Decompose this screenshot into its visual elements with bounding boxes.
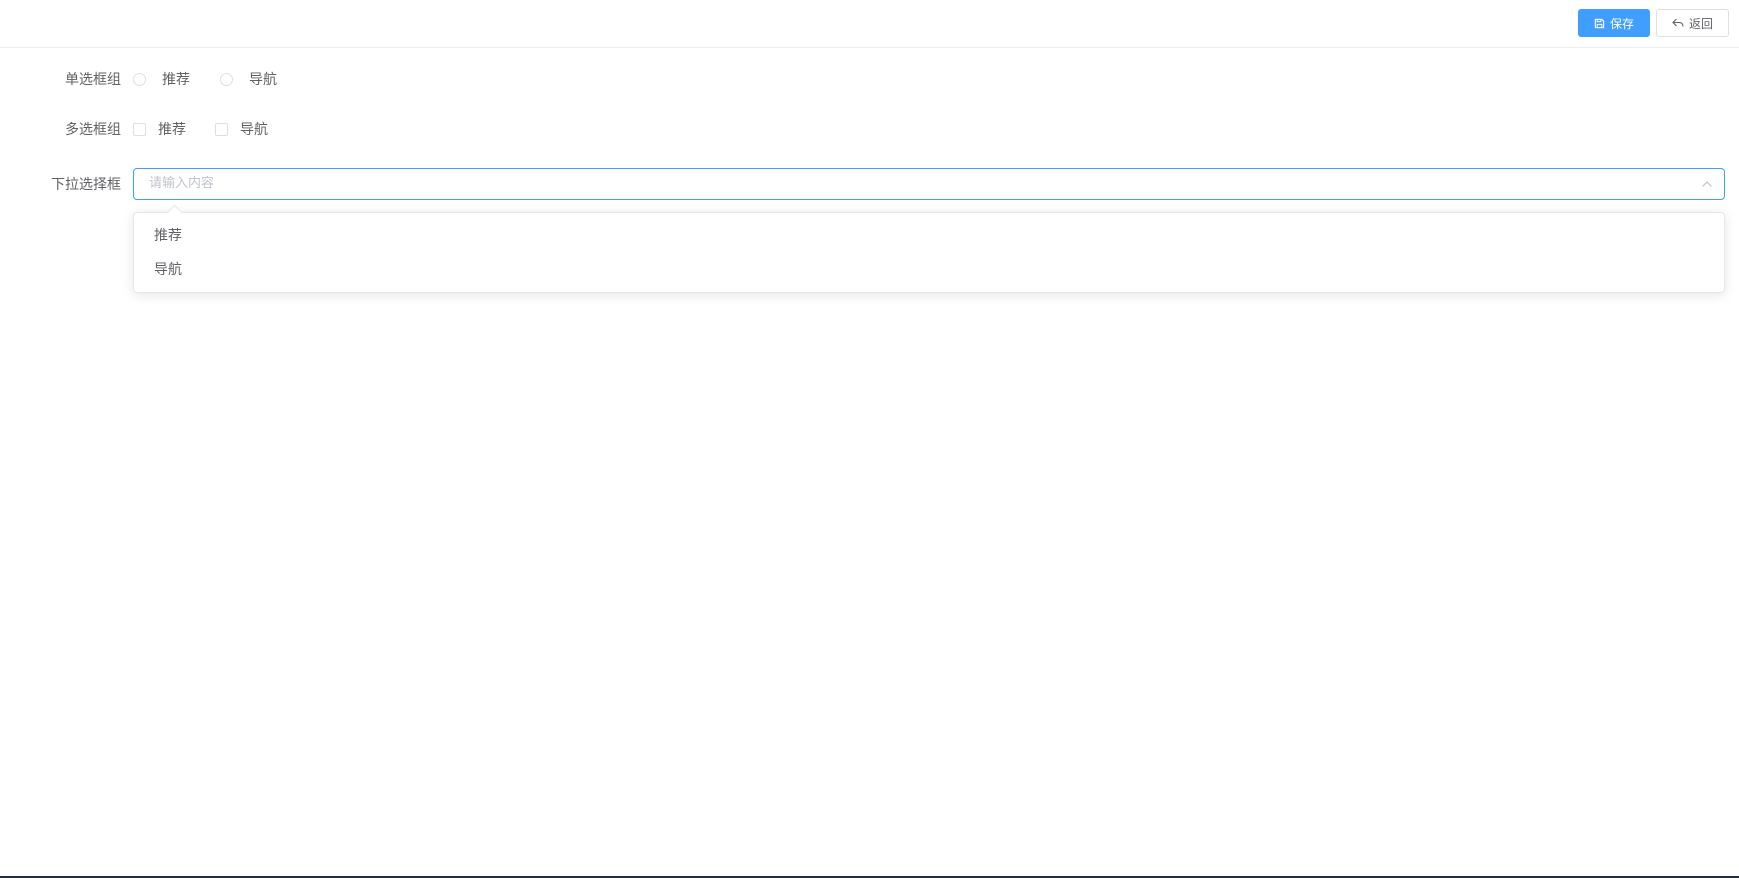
chevron-up-icon[interactable]	[1700, 177, 1714, 195]
checkbox-option-label: 导航	[240, 122, 268, 138]
checkbox-option-recommend[interactable]: 推荐	[133, 119, 186, 139]
select-input-box[interactable]: 请输入内容	[133, 168, 1725, 200]
back-button[interactable]: 返回	[1656, 9, 1729, 37]
checkbox-group-row: 多选框组 推荐 导航	[0, 113, 1739, 145]
save-button-label: 保存	[1609, 16, 1634, 31]
select-dropdown: 推荐 导航	[133, 204, 1725, 293]
checkbox-square[interactable]	[133, 122, 146, 136]
dropdown-pointer	[166, 204, 183, 221]
save-button[interactable]: 保存	[1578, 9, 1650, 37]
radio-group-row: 单选框组 推荐 导航	[0, 63, 1739, 95]
radio-circle[interactable]	[133, 72, 146, 86]
checkbox-group-label: 多选框组	[65, 122, 121, 138]
radio-option-label: 推荐	[162, 72, 190, 88]
select-placeholder[interactable]: 请输入内容	[149, 169, 214, 199]
select-row: 下拉选择框	[0, 168, 122, 200]
checkbox-option-label: 推荐	[158, 122, 186, 138]
select-label: 下拉选择框	[51, 177, 121, 193]
checkbox-option-navigation[interactable]: 导航	[215, 119, 268, 139]
radio-circle[interactable]	[220, 72, 233, 86]
dropdown-option-recommend[interactable]: 推荐	[134, 219, 1724, 253]
back-button-label: 返回	[1688, 16, 1713, 31]
toolbar: 保存 返回	[0, 0, 1739, 48]
radio-option-label: 导航	[249, 72, 277, 88]
back-icon	[1672, 18, 1684, 28]
radio-group-label: 单选框组	[65, 72, 121, 88]
save-icon	[1594, 18, 1605, 29]
dropdown-option-navigation[interactable]: 导航	[134, 253, 1724, 287]
radio-option-navigation[interactable]: 导航	[220, 69, 277, 89]
radio-option-recommend[interactable]: 推荐	[133, 69, 190, 89]
checkbox-square[interactable]	[215, 122, 228, 136]
